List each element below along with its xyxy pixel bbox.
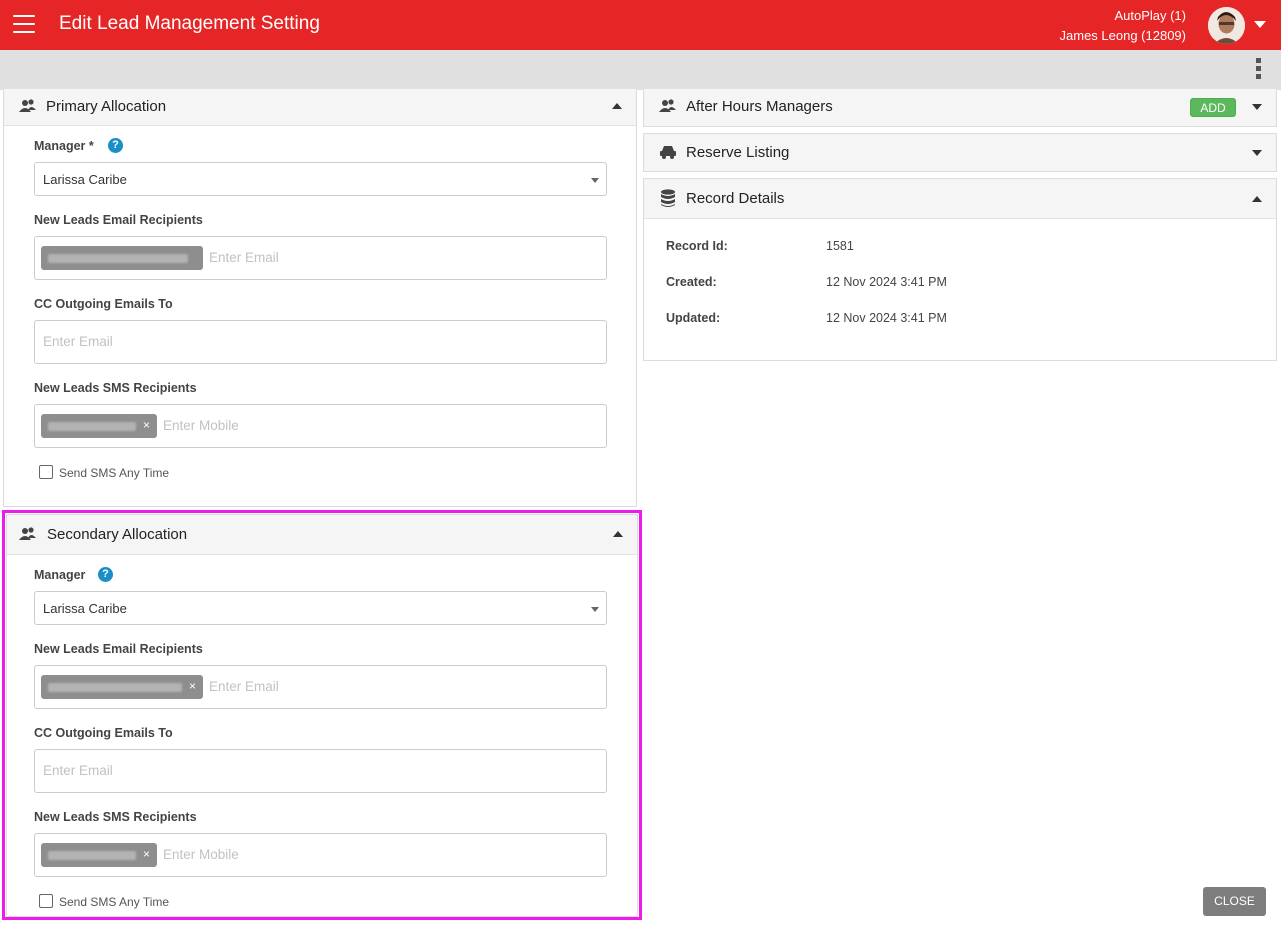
panel-title: After Hours Managers [686, 98, 833, 115]
add-button[interactable]: ADD [1190, 98, 1236, 117]
top-app-bar: Edit Lead Management Setting AutoPlay (1… [0, 0, 1281, 50]
manager-select[interactable]: Larissa Caribe [34, 591, 607, 625]
after-hours-managers-header[interactable]: After Hours Managers ADD [644, 89, 1276, 126]
cc-emails-label: CC Outgoing Emails To [34, 726, 173, 740]
email-recipients-label: New Leads Email Recipients [34, 213, 203, 227]
cc-placeholder: Enter Email [43, 334, 113, 349]
sms-recipients-input[interactable]: × Enter Mobile [34, 833, 607, 877]
email-tag[interactable]: × [41, 675, 203, 699]
users-icon [19, 99, 36, 112]
cc-placeholder: Enter Email [43, 763, 113, 778]
send-sms-anytime-label: Send SMS Any Time [59, 466, 170, 480]
sms-tag[interactable]: × [41, 414, 157, 438]
sms-placeholder: Enter Mobile [163, 418, 239, 433]
secondary-allocation-panel: Secondary Allocation Manager ? Larissa C… [6, 514, 638, 917]
users-icon [659, 99, 676, 112]
remove-tag-icon[interactable]: × [143, 847, 150, 861]
sms-placeholder: Enter Mobile [163, 847, 239, 862]
panel-title: Record Details [686, 190, 785, 207]
email-tag[interactable] [41, 246, 203, 270]
sms-tag[interactable]: × [41, 843, 157, 867]
menu-icon[interactable] [13, 15, 35, 35]
expand-icon[interactable] [1252, 104, 1262, 110]
user-name: James Leong (12809) [1059, 28, 1186, 43]
email-placeholder: Enter Email [209, 679, 279, 694]
users-icon [19, 527, 36, 540]
panel-title: Reserve Listing [686, 144, 790, 161]
panel-title: Primary Allocation [46, 98, 167, 115]
help-icon[interactable]: ? [98, 567, 113, 582]
updated-label: Updated: [666, 311, 721, 325]
send-sms-anytime-checkbox[interactable] [39, 465, 53, 479]
remove-tag-icon[interactable]: × [189, 679, 196, 693]
primary-allocation-header[interactable]: Primary Allocation [4, 89, 636, 126]
manager-label: Manager * [34, 139, 94, 153]
reserve-listing-panel: Reserve Listing [643, 133, 1277, 172]
manager-select-value: Larissa Caribe [43, 601, 127, 616]
record-id-value: 1581 [826, 239, 854, 253]
chevron-down-icon [591, 607, 599, 612]
redacted-value [48, 254, 188, 263]
collapse-icon[interactable] [613, 531, 623, 537]
panel-title: Secondary Allocation [47, 526, 188, 543]
chevron-down-icon [591, 178, 599, 183]
redacted-value [48, 683, 182, 692]
email-recipients-input[interactable]: × Enter Email [34, 665, 607, 709]
cc-emails-input[interactable]: Enter Email [34, 749, 607, 793]
help-icon[interactable]: ? [108, 138, 123, 153]
reserve-listing-header[interactable]: Reserve Listing [644, 134, 1276, 171]
database-icon [661, 189, 675, 207]
account-name: AutoPlay (1) [1114, 8, 1186, 23]
collapse-icon[interactable] [612, 103, 622, 109]
primary-allocation-panel: Primary Allocation Manager * ? Larissa C… [3, 89, 637, 507]
car-icon [660, 146, 676, 159]
cc-emails-label: CC Outgoing Emails To [34, 297, 173, 311]
cc-emails-input[interactable]: Enter Email [34, 320, 607, 364]
close-button[interactable]: CLOSE [1203, 887, 1266, 916]
toolbar [0, 50, 1281, 90]
record-details-header[interactable]: Record Details [644, 179, 1276, 219]
redacted-value [48, 851, 136, 860]
created-value: 12 Nov 2024 3:41 PM [826, 275, 947, 289]
after-hours-managers-panel: After Hours Managers ADD [643, 89, 1277, 127]
created-label: Created: [666, 275, 717, 289]
sms-recipients-input[interactable]: × Enter Mobile [34, 404, 607, 448]
record-details-panel: Record Details Record Id: 1581 Created: … [643, 178, 1277, 361]
manager-select[interactable]: Larissa Caribe [34, 162, 607, 196]
email-recipients-label: New Leads Email Recipients [34, 642, 203, 656]
secondary-allocation-header[interactable]: Secondary Allocation [7, 515, 637, 555]
page-title: Edit Lead Management Setting [59, 13, 320, 34]
remove-tag-icon[interactable]: × [143, 418, 150, 432]
updated-value: 12 Nov 2024 3:41 PM [826, 311, 947, 325]
more-options-icon[interactable] [1256, 58, 1262, 82]
expand-icon[interactable] [1252, 150, 1262, 156]
manager-label: Manager [34, 568, 86, 582]
redacted-value [48, 422, 136, 431]
avatar[interactable] [1208, 7, 1245, 44]
manager-select-value: Larissa Caribe [43, 172, 127, 187]
sms-recipients-label: New Leads SMS Recipients [34, 810, 197, 824]
chevron-down-icon[interactable] [1254, 21, 1266, 28]
sms-recipients-label: New Leads SMS Recipients [34, 381, 197, 395]
email-recipients-input[interactable]: Enter Email [34, 236, 607, 280]
send-sms-anytime-label: Send SMS Any Time [59, 895, 170, 909]
email-placeholder: Enter Email [209, 250, 279, 265]
collapse-icon[interactable] [1252, 196, 1262, 202]
send-sms-anytime-checkbox[interactable] [39, 894, 53, 908]
record-id-label: Record Id: [666, 239, 728, 253]
user-info[interactable]: AutoPlay (1) James Leong (12809) [1060, 6, 1186, 46]
